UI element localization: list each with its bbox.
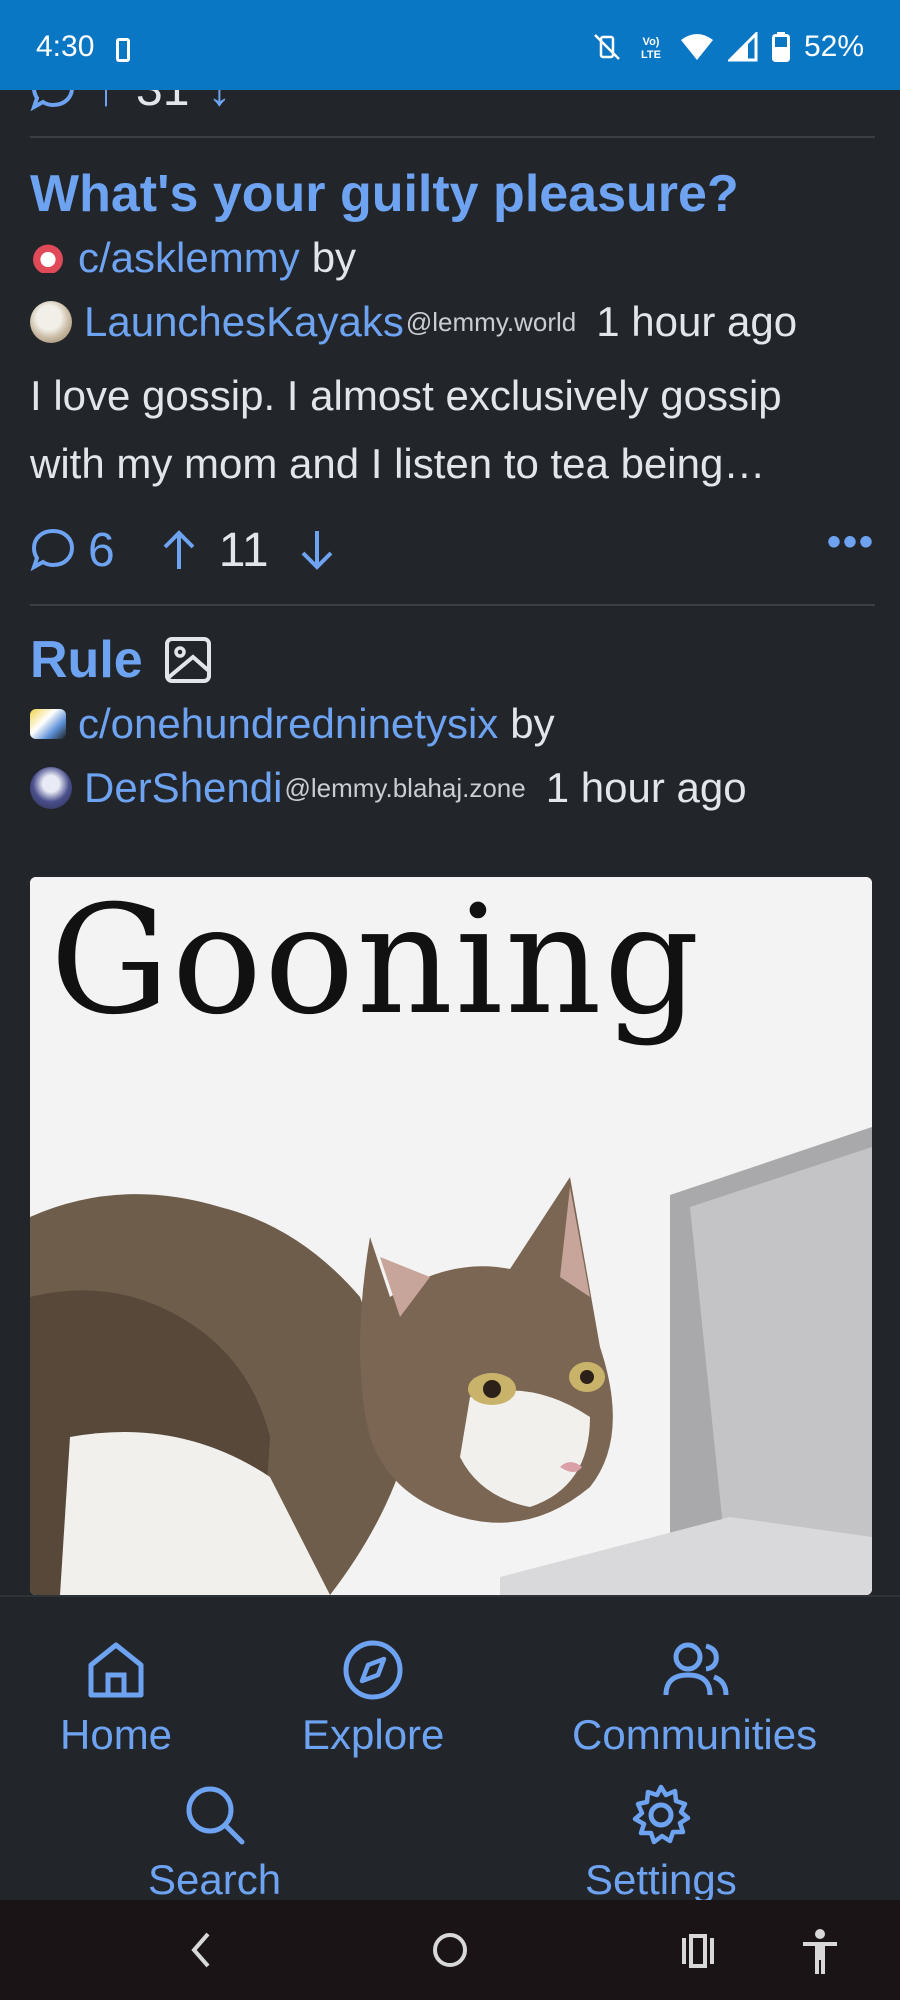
author-name[interactable]: LaunchesKayaks [84,298,404,346]
home-circle-icon[interactable] [430,1928,470,1972]
post-card[interactable]: What's your guilty pleasure? c/asklemmy … [30,162,875,580]
post-score: 11 [218,523,269,577]
battery-percent: 52% [803,30,864,63]
image-post-icon [164,637,211,683]
previous-post-score: 31 [136,90,189,117]
author-instance: @lemmy.blahaj.zone [284,772,526,803]
post-image[interactable]: Gooning [30,877,872,1595]
users-icon [663,1642,729,1696]
previous-post-actions: ↑ 31 ↓ [30,90,231,117]
post-time: 1 hour ago [596,298,798,345]
community-link[interactable]: c/onehundredninetysix [78,700,498,748]
more-options-icon[interactable]: ••• [827,520,875,565]
post-card[interactable]: Rule c/onehundredninetysix by DerShendi … [30,628,875,812]
post-body-line: I love gossip. I almost exclusively goss… [30,372,782,419]
post-body-line: with my mom and I listen to tea being… [30,440,766,487]
author-row: DerShendi @lemmy.blahaj.zone 1 hour ago [30,764,875,812]
nav-search-label: Search [148,1856,282,1900]
battery-icon [771,32,790,62]
by-label: by [510,700,555,747]
nav-communities-label: Communities [572,1711,818,1758]
lte-icon: Vo) LTE [641,36,661,61]
recent-apps-icon[interactable] [678,1928,718,1972]
nav-explore[interactable]: Explore [302,1637,444,1759]
nav-explore-label: Explore [302,1711,445,1758]
gear-icon [632,1784,691,1845]
community-row: c/asklemmy by [30,234,875,282]
community-icon [30,709,66,739]
avatar[interactable] [30,301,72,343]
downvote-icon[interactable] [297,527,337,573]
back-icon[interactable] [186,1928,216,1972]
upvote-icon[interactable] [159,527,199,573]
author-name[interactable]: DerShendi [84,764,282,812]
status-icons: Vo) LTE 52% [592,30,864,64]
nav-settings-label: Settings [585,1856,737,1900]
nav-home[interactable]: Home [60,1637,172,1759]
comment-icon[interactable] [30,90,76,113]
author-instance: @lemmy.world [405,306,577,337]
nav-search[interactable]: Search [148,1782,281,1900]
post-feed[interactable]: ↑ 31 ↓ What's your guilty pleasure? c/as… [0,90,900,1595]
svg-text:Vo): Vo) [643,36,660,48]
status-bar: 4:30 Vo) LTE 52% [0,0,900,90]
post-actions: 6 11 ••• [30,520,875,580]
home-icon [88,1642,144,1698]
comment-icon[interactable] [30,527,76,573]
compass-icon [343,1640,403,1700]
upvote-icon[interactable]: ↑ [94,90,118,117]
post-time: 1 hour ago [545,764,747,811]
post-title[interactable]: Rule [30,628,143,692]
vibrate-off-icon [594,34,620,60]
post-divider [30,136,875,138]
nav-communities[interactable]: Communities [572,1637,817,1759]
nav-settings[interactable]: Settings [585,1782,737,1900]
community-row: c/onehundredninetysix by [30,700,875,748]
post-title[interactable]: What's your guilty pleasure? [30,162,875,226]
comment-count: 6 [88,523,115,577]
nav-home-label: Home [60,1711,173,1758]
by-label: by [311,234,357,281]
phone-notification-icon [116,38,130,62]
wifi-icon [680,34,713,60]
accessibility-icon[interactable] [800,1928,840,1976]
status-time: 4:30 [36,30,95,63]
svg-text:LTE: LTE [641,49,661,61]
signal-icon [727,32,758,62]
search-icon [186,1786,245,1845]
post-divider [30,604,875,606]
community-icon [30,243,66,273]
system-navigation-bar [0,1900,900,2000]
author-row: LaunchesKayaks @lemmy.world 1 hour ago [30,298,875,346]
avatar[interactable] [30,767,72,809]
bottom-navigation: Home Explore Communities Search Settings [0,1595,900,1900]
post-body[interactable]: I love gossip. I almost exclusively goss… [30,362,875,498]
community-link[interactable]: c/asklemmy [78,234,300,282]
post-title-row[interactable]: Rule [30,628,875,692]
image-caption: Gooning [50,877,702,1048]
downvote-icon[interactable]: ↓ [207,90,231,117]
